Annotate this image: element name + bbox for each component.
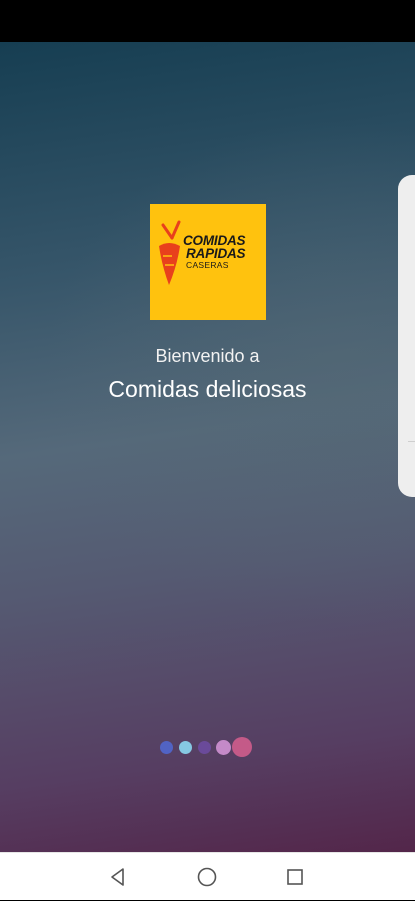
app-logo: COMIDAS RAPIDAS CASERAS	[150, 204, 266, 320]
logo-text-line3: CASERAS	[186, 260, 229, 270]
page-dot-5-active	[232, 737, 252, 757]
status-bar	[0, 0, 415, 42]
recents-button[interactable]	[265, 853, 325, 901]
side-panel-handle[interactable]	[398, 175, 415, 497]
back-button[interactable]	[88, 853, 148, 901]
app-name-title: Comidas deliciosas	[108, 376, 307, 402]
page-indicator	[0, 736, 415, 758]
splash-screen[interactable]: COMIDAS RAPIDAS CASERAS Bienvenido a Com…	[0, 42, 415, 852]
page-dot-4	[216, 740, 231, 755]
square-icon	[287, 869, 303, 885]
navigation-bar	[0, 852, 415, 900]
side-panel-divider	[408, 441, 415, 442]
logo-text-line2: RAPIDAS	[186, 246, 246, 261]
home-button[interactable]	[177, 853, 237, 901]
triangle-left-icon	[111, 868, 124, 886]
page-dot-1	[160, 741, 173, 754]
welcome-text: Bienvenido a	[155, 346, 260, 366]
page-dot-3	[198, 741, 211, 754]
page-dot-2	[179, 741, 192, 754]
circle-icon	[197, 867, 217, 887]
